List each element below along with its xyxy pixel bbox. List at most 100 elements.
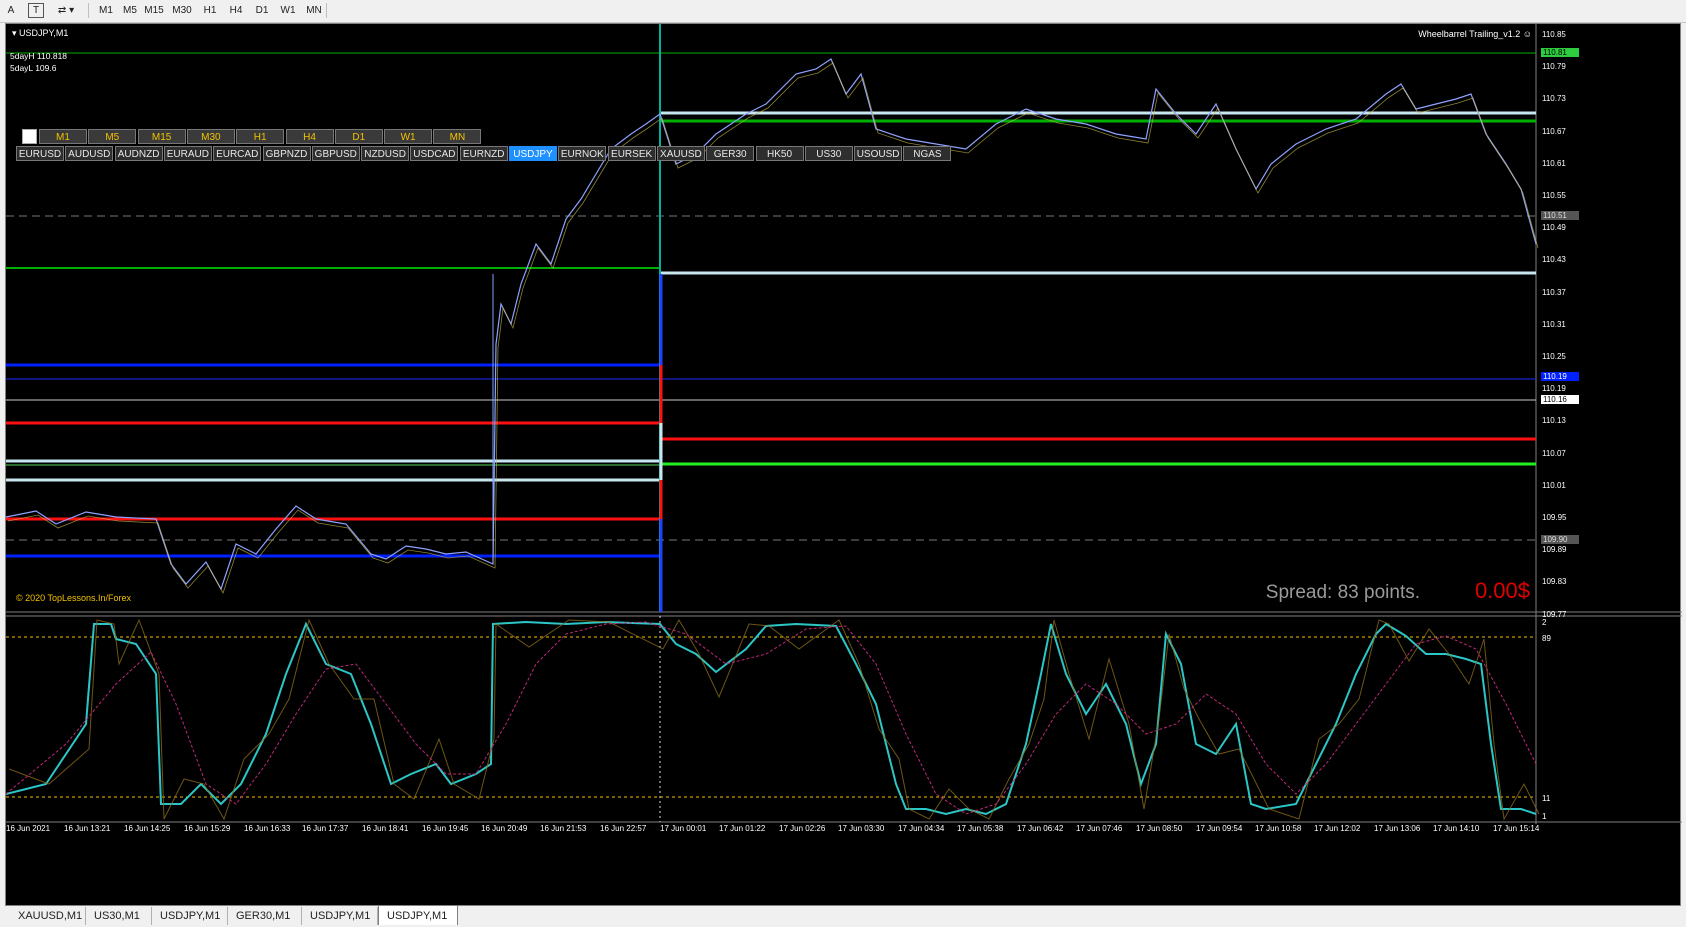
period-button-m30[interactable]: M30: [172, 2, 192, 19]
price-axis-label: 110.43: [1542, 255, 1566, 265]
symbol-button-gbpusd[interactable]: GBPUSD: [311, 146, 360, 161]
five-day-low-label: 5dayL 109.6: [10, 63, 57, 73]
price-axis-label: 110.61: [1542, 158, 1566, 168]
text-tool-icon[interactable]: A: [4, 2, 18, 19]
timeframe-button-m15[interactable]: M15: [137, 129, 186, 144]
time-axis-label: 16 Jun 15:29: [184, 824, 231, 833]
symbol-button-usousd[interactable]: USOUSD: [854, 146, 903, 161]
symbol-button-nzdusd[interactable]: NZDUSD: [361, 146, 410, 161]
period-button-m5[interactable]: M5: [120, 2, 140, 19]
time-axis-label: 17 Jun 02:26: [779, 824, 826, 833]
profit-text: 0.00$: [1474, 578, 1530, 603]
period-button-m15[interactable]: M15: [144, 2, 164, 19]
time-axis-label: 17 Jun 04:34: [898, 824, 945, 833]
time-axis-label: 17 Jun 15:14: [1493, 824, 1540, 833]
symbol-button-usdcad[interactable]: USDCAD: [410, 146, 459, 161]
symbol-button-gbpnzd[interactable]: GBPNZD: [262, 146, 311, 161]
price-axis-label: 109.95: [1542, 513, 1567, 522]
period-button-h4[interactable]: H4: [226, 2, 246, 19]
price-axis-label: 110.01: [1542, 480, 1566, 490]
price-axis-label: 110.67: [1542, 126, 1566, 136]
timeframe-button-d1[interactable]: D1: [334, 129, 383, 144]
chart-title: ▾ USDJPY,M1: [12, 28, 69, 38]
symbol-button-us30[interactable]: US30: [804, 146, 853, 161]
time-axis-label: 16 Jun 2021: [6, 824, 51, 833]
symbol-button-eurnzd[interactable]: EURNZD: [459, 146, 508, 161]
time-axis-label: 16 Jun 16:33: [244, 824, 291, 833]
chart-tab[interactable]: US30,M1: [86, 907, 152, 925]
indicator-axis-label: 1: [1542, 812, 1547, 821]
ea-name-text: Wheelbarrel Trailing_v1.2: [1418, 29, 1521, 39]
time-axis-label: 17 Jun 05:38: [957, 824, 1004, 833]
price-axis-label: 110.55: [1542, 191, 1566, 200]
time-axis-label: 17 Jun 01:22: [719, 824, 766, 833]
period-button-w1[interactable]: W1: [278, 2, 298, 19]
time-axis-label: 17 Jun 14:10: [1433, 824, 1480, 833]
expert-advisor-name: Wheelbarrel Trailing_v1.2 ☺: [1418, 29, 1532, 39]
symbol-button-euraud[interactable]: EURAUD: [163, 146, 212, 161]
symbol-button-audusd[interactable]: AUDUSD: [65, 146, 114, 161]
symbol-button-eurcad[interactable]: EURCAD: [213, 146, 262, 161]
symbol-button-eurnok[interactable]: EURNOK: [558, 146, 607, 161]
price-axis-label: 110.49: [1542, 223, 1566, 233]
chart-tab[interactable]: USDJPY,M1: [152, 907, 228, 925]
chart-tab[interactable]: USDJPY,M1: [302, 907, 378, 925]
period-button-h1[interactable]: H1: [200, 2, 220, 19]
timeframe-button-m1[interactable]: M1: [39, 129, 87, 144]
symbol-button-ger30[interactable]: GER30: [706, 146, 755, 161]
text-label-tool-icon[interactable]: T: [28, 3, 44, 18]
time-axis-label: 16 Jun 13:21: [64, 824, 111, 833]
price-tag-top-green: 110.81: [1541, 48, 1579, 57]
timeframe-button-h1[interactable]: H1: [236, 129, 285, 144]
price-axis-label: 110.13: [1542, 416, 1566, 426]
time-axis-label: 17 Jun 10:58: [1255, 824, 1302, 833]
chart-title-text: USDJPY,M1: [19, 28, 69, 38]
symbol-button-eursek[interactable]: EURSEK: [607, 146, 656, 161]
symbol-button-xauusd[interactable]: XAUUSD: [656, 146, 705, 161]
five-day-high-label: 5dayH 110.818: [10, 51, 68, 61]
panel-toggle-checkbox[interactable]: [22, 129, 37, 144]
symbol-button-usdjpy[interactable]: USDJPY: [509, 146, 557, 161]
symbol-button-eurusd[interactable]: EURUSD: [16, 146, 64, 161]
chart-tab[interactable]: GER30,M1: [228, 907, 302, 925]
chart-tab[interactable]: XAUUSD,M1: [10, 907, 86, 925]
time-axis-label: 17 Jun 13:06: [1374, 824, 1421, 833]
price-axis-label: 110.37: [1542, 287, 1566, 297]
price-axis-label: 110.85: [1542, 30, 1566, 39]
symbol-button-audnzd[interactable]: AUDNZD: [114, 146, 163, 161]
chart-window[interactable]: ▾ USDJPY,M1 5dayH 110.818 5dayL 109.6 Wh…: [5, 23, 1682, 906]
time-axis-label: 16 Jun 19:45: [422, 824, 469, 833]
time-axis-label: 16 Jun 18:41: [362, 824, 409, 833]
timeframe-button-mn[interactable]: MN: [433, 129, 482, 144]
price-axis-label: 110.79: [1542, 62, 1566, 72]
timeframe-button-h4[interactable]: H4: [285, 129, 334, 144]
time-axis-label: 16 Jun 17:37: [302, 824, 349, 833]
price-axis-label: 110.19: [1542, 384, 1566, 394]
indicator-axis-label: 11: [1542, 794, 1551, 803]
toolbar: A T ⇄ ▾ M1 M5 M15 M30 H1 H4 D1 W1 MN: [0, 0, 1686, 23]
price-tag-gray-dashed: 110.51: [1541, 211, 1579, 220]
price-axis-label: 109.83: [1542, 577, 1567, 587]
period-button-d1[interactable]: D1: [252, 2, 272, 19]
time-axis-label: 17 Jun 08:50: [1136, 824, 1183, 833]
timeframe-button-m30[interactable]: M30: [186, 129, 235, 144]
smiley-icon: ☺: [1522, 29, 1532, 39]
symbol-button-ngas[interactable]: NGAS: [903, 146, 952, 161]
timeframe-button-m5[interactable]: M5: [88, 129, 137, 144]
time-axis-label: 17 Jun 12:02: [1314, 824, 1361, 833]
chart-tab[interactable]: USDJPY,M1: [378, 905, 458, 925]
price-axis-label: 110.25: [1542, 352, 1566, 361]
period-button-mn[interactable]: MN: [304, 2, 324, 19]
time-axis-label: 16 Jun 20:49: [481, 824, 528, 833]
period-button-m1[interactable]: M1: [96, 2, 116, 19]
arrows-tool-icon[interactable]: ⇄ ▾: [52, 2, 80, 19]
symbol-button-hk50[interactable]: HK50: [755, 146, 804, 161]
toolbar-separator: [88, 3, 89, 18]
price-axis-label: 110.31: [1542, 319, 1566, 329]
price-axis-label: 109.89: [1542, 545, 1567, 555]
timeframe-button-w1[interactable]: W1: [384, 129, 433, 144]
price-tag-white: 110.16: [1541, 395, 1579, 404]
time-axis-label: 16 Jun 22:57: [600, 824, 647, 833]
time-axis-label: 17 Jun 07:46: [1076, 824, 1123, 833]
oscillator-brown-line: [8, 618, 1540, 821]
